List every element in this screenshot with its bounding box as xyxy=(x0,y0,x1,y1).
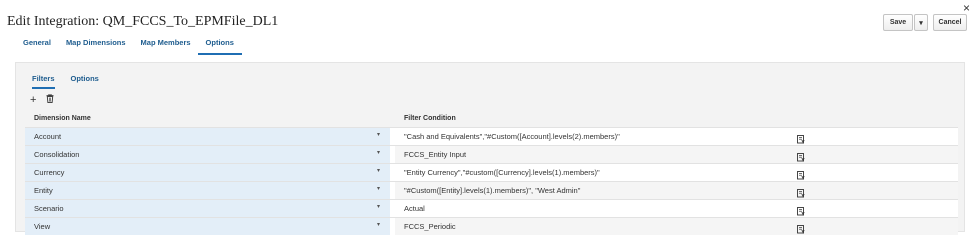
filter-condition: FCCS_Periodic xyxy=(404,222,456,231)
filter-edit-icon[interactable] xyxy=(797,203,805,216)
filter-condition-cell[interactable]: "Entity Currency","#custom([Currency].le… xyxy=(395,164,958,181)
filter-condition-cell[interactable]: "Cash and Equivalents","#Custom([Account… xyxy=(395,128,958,145)
cancel-button[interactable]: Cancel xyxy=(933,14,967,31)
dimension-cell[interactable]: Scenario ▾ xyxy=(25,200,390,217)
table-header: Dimension Name Filter Condition xyxy=(25,111,958,127)
filter-condition-cell[interactable]: FCCS_Periodic xyxy=(395,218,958,235)
table-row: Account ▾ "Cash and Equivalents","#Custom(… xyxy=(25,127,958,145)
dimension-cell[interactable]: Account ▾ xyxy=(25,128,390,145)
chevron-down-icon[interactable]: ▾ xyxy=(377,185,380,192)
dimension-cell[interactable]: Entity ▾ xyxy=(25,182,390,199)
options-panel: Filters Options + Dimension Name Filter C… xyxy=(15,62,965,235)
filter-condition-cell[interactable]: FCCS_Entity Input xyxy=(395,146,958,163)
dimension-name: Consolidation xyxy=(34,150,80,159)
chevron-down-icon: ▾ xyxy=(919,19,923,27)
column-header-dimension: Dimension Name xyxy=(34,115,91,122)
filter-condition-cell[interactable]: "#Custom([Entity].levels(1).members)", "… xyxy=(395,182,958,199)
dimension-name: Scenario xyxy=(34,204,64,213)
options-subtabs: Filters Options xyxy=(32,74,99,89)
filter-condition: "Cash and Equivalents","#Custom([Account… xyxy=(404,132,620,141)
filter-edit-icon[interactable] xyxy=(797,185,805,198)
filter-edit-icon[interactable] xyxy=(797,131,805,144)
integration-tabs: General Map Dimensions Map Members Options xyxy=(23,38,242,55)
dimension-name: Account xyxy=(34,132,62,141)
dimension-cell[interactable]: View ▾ xyxy=(25,218,390,235)
page-title: Edit Integration: QM_FCCS_To_EPMFile_DL1 xyxy=(7,14,279,29)
tab-map-members[interactable]: Map Members xyxy=(141,38,191,55)
filter-edit-icon[interactable] xyxy=(797,149,805,162)
filter-table: Dimension Name Filter Condition Account ▾… xyxy=(25,111,958,235)
filter-toolbar: + xyxy=(30,93,54,105)
chevron-down-icon[interactable]: ▾ xyxy=(377,221,380,228)
table-row: Entity ▾ "#Custom([Entity].levels(1).membe… xyxy=(25,181,958,199)
table-body: Account ▾ "Cash and Equivalents","#Custom(… xyxy=(25,127,958,235)
close-icon[interactable]: × xyxy=(963,2,970,14)
chevron-down-icon[interactable]: ▾ xyxy=(377,203,380,210)
save-button[interactable]: Save xyxy=(883,14,913,31)
filter-condition: "#Custom([Entity].levels(1).members)", "… xyxy=(404,186,581,195)
table-row: View ▾ FCCS_Periodic xyxy=(25,217,958,235)
filter-edit-icon[interactable] xyxy=(797,221,805,234)
filter-condition: Actual xyxy=(404,204,425,213)
chevron-down-icon[interactable]: ▾ xyxy=(377,149,380,156)
add-icon[interactable]: + xyxy=(30,94,36,105)
filter-condition-cell[interactable]: Actual xyxy=(395,200,958,217)
dimension-name: Entity xyxy=(34,186,53,195)
dimension-name: View xyxy=(34,222,51,231)
filter-edit-icon[interactable] xyxy=(797,167,805,180)
save-menu-button[interactable]: ▾ xyxy=(914,14,928,31)
dimension-cell[interactable]: Consolidation ▾ xyxy=(25,146,390,163)
table-row: Consolidation ▾ FCCS_Entity Input xyxy=(25,145,958,163)
table-row: Scenario ▾ Actual xyxy=(25,199,958,217)
table-row: Currency ▾ "Entity Currency","#custom([Cur… xyxy=(25,163,958,181)
tab-options[interactable]: Options xyxy=(197,38,242,55)
tab-map-dimensions[interactable]: Map Dimensions xyxy=(66,38,126,55)
column-header-condition: Filter Condition xyxy=(404,115,456,122)
filter-condition: "Entity Currency","#custom([Currency].le… xyxy=(404,168,600,177)
dimension-cell[interactable]: Currency ▾ xyxy=(25,164,390,181)
tab-general[interactable]: General xyxy=(23,38,51,55)
chevron-down-icon[interactable]: ▾ xyxy=(377,131,380,138)
filter-condition: FCCS_Entity Input xyxy=(404,150,467,159)
subtab-filters[interactable]: Filters xyxy=(32,74,55,89)
subtab-options[interactable]: Options xyxy=(71,74,99,89)
trash-icon[interactable] xyxy=(46,93,54,105)
dimension-name: Currency xyxy=(34,168,65,177)
chevron-down-icon[interactable]: ▾ xyxy=(377,167,380,174)
